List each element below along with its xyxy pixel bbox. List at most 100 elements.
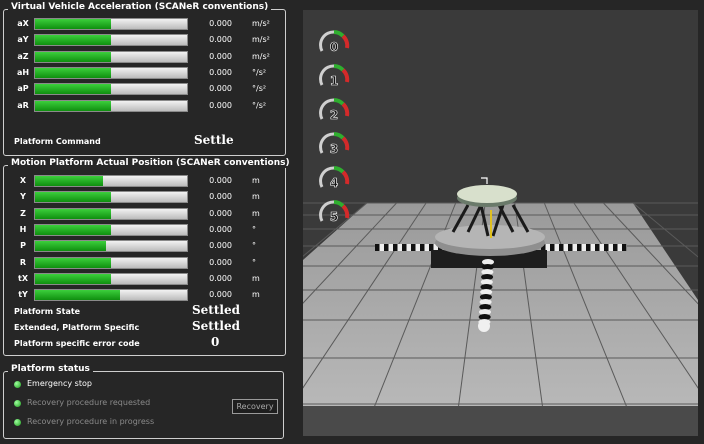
gauge-dial-icon: 2 [319,98,350,122]
gauge-5: 5 [317,196,351,226]
acc-row-ax: aX 0.000 m/s² [4,17,285,31]
level-bar [34,240,188,253]
gauge-2: 2 [317,94,351,124]
channel-value: 0.000 [209,84,232,94]
level-bar-fill [35,257,111,268]
gauge-3: 3 [317,128,351,158]
level-bar [34,223,188,236]
level-bar-fill [35,51,111,62]
channel-label: P [20,241,26,251]
pos-row-r: R 0.000 ° [4,256,285,270]
channel-value: 0.000 [209,51,232,61]
recovery-button[interactable]: Recovery [232,399,278,414]
pos-row-y: Y 0.000 m [4,190,285,204]
gauge-label: 0 [330,40,338,54]
led-icon [14,418,21,426]
channel-label: aP [17,84,29,94]
level-bar-fill [35,273,111,284]
channel-label: Z [20,208,26,218]
channel-value: 0.000 [209,176,232,185]
gauge-1: 1 [317,60,351,90]
status-panel-title: Platform status [8,364,93,374]
level-bar-fill [35,241,107,252]
pos-row-x: X 0.000 m [4,174,285,188]
pos-row-h: H 0.000 ° [4,223,285,237]
pos-row-ty: tY 0.000 m [4,288,285,302]
level-bar [34,83,188,96]
gauge-label: 4 [330,176,338,190]
extended-state-label: Extended, Platform Specific [14,323,140,332]
acc-row-ay: aY 0.000 m/s² [4,33,285,47]
channel-unit: ° [252,257,256,267]
channel-unit: m [252,176,260,185]
position-panel: Motion Platform Actual Position (SCANeR … [3,158,293,356]
level-bar-fill [35,224,111,235]
level-bar [34,99,188,112]
channel-value: 0.000 [209,100,232,110]
channel-unit: °/s² [252,100,267,110]
channel-label: aR [17,100,29,110]
level-bar-fill [35,67,111,78]
level-bar-fill [35,100,111,111]
level-bar-fill [35,176,104,186]
status-emergency-stop: Emergency stop [14,378,92,390]
gauge-label: 2 [330,108,338,122]
acc-row-ah: aH 0.000 °/s² [4,66,285,80]
channel-value: 0.000 [209,257,232,267]
channel-unit: m/s² [252,35,270,45]
level-bar [34,66,188,79]
channel-label: tY [18,290,28,300]
gauge-label: 5 [330,210,338,224]
level-bar-fill [35,35,111,46]
level-bar [34,207,188,220]
platform-state-value: Settled [192,303,240,317]
platform-command-label: Platform Command [14,137,101,146]
level-bar-fill [35,19,111,29]
gauge-4: 4 [317,162,351,192]
pos-row-z: Z 0.000 m [4,207,285,221]
channel-value: 0.000 [209,67,232,77]
level-bar [34,191,188,204]
level-bar [34,175,188,187]
level-bar-fill [35,84,111,95]
led-icon [14,399,21,407]
channel-unit: °/s² [252,67,267,77]
status-panel: Platform status Emergency stop Recovery … [3,364,284,439]
channel-label: aY [17,35,29,45]
gauge-label: 3 [330,142,338,156]
viewport-bottom-bar [303,406,698,436]
channel-unit: m [252,208,260,218]
platform-state-label: Platform State [14,307,81,316]
acc-row-ar: aR 0.000 °/s² [4,99,285,113]
top-plate [457,185,517,203]
level-bar-fill [35,208,111,219]
level-bar [34,289,188,302]
level-bar-fill [35,192,111,203]
platform-3d-viewport[interactable]: 0 1 2 3 4 5 [303,10,698,406]
acc-row-az: aZ 0.000 m/s² [4,50,285,64]
target-marker [481,177,488,184]
channel-label: X [19,176,27,185]
channel-value: 0.000 [209,19,232,28]
channel-unit: ° [252,241,256,251]
status-recovery-in-progress: Recovery procedure in progress [14,416,154,428]
channel-value: 0.000 [209,208,232,218]
channel-value: 0.000 [209,290,232,300]
gauge-dial-icon: 5 [319,200,350,224]
platform-scene [303,177,698,406]
extended-state-value: Settled [192,319,240,333]
level-bar [34,18,188,30]
channel-unit: ° [252,224,256,234]
channel-label: aX [17,19,29,28]
gauge-label: 1 [330,74,338,88]
level-bar [34,272,188,285]
gauge-0: 0 [317,26,351,56]
gauge-dial-icon: 0 [319,30,350,54]
channel-unit: m/s² [252,19,270,28]
gauge-dial-icon: 4 [319,166,350,190]
cable-end [478,320,490,332]
channel-label: Y [20,192,26,202]
pos-row-p: P 0.000 ° [4,239,285,253]
platform-command-value: Settle [194,133,234,147]
channel-unit: m/s² [252,51,270,61]
